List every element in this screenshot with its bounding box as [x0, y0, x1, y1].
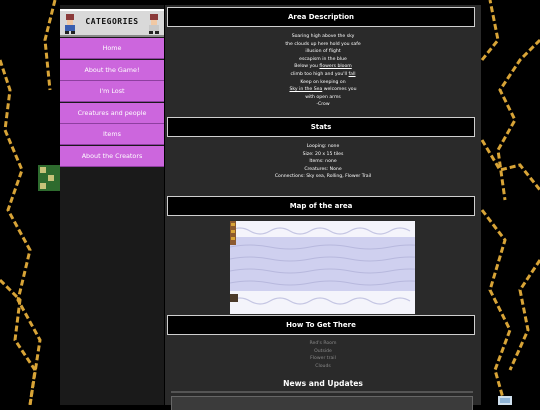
stat-connections: Connections: Sky sea, Rolling, Flower Tr…: [274, 174, 372, 180]
area-map-image: [230, 221, 415, 314]
nav-item-im-lost[interactable]: I'm Lost: [60, 81, 164, 103]
nav-item-creatures[interactable]: Creatures and people: [60, 102, 164, 124]
categories-title: CATEGORIES: [85, 17, 139, 26]
poem-line: Keep on keeping on: [300, 79, 346, 85]
poem-line: illusion of flight: [305, 49, 341, 55]
stats-text: Looping: none Size: 20 x 15 tiles Items:…: [165, 143, 481, 181]
corner-widget-icon[interactable]: [498, 396, 512, 405]
area-description-text: Soaring high above the sky the clouds up…: [165, 33, 481, 109]
route-step: Clouds: [315, 363, 331, 369]
poem-line: climb too high and you'll: [290, 71, 349, 77]
nav-item-home[interactable]: Home: [60, 38, 164, 59]
poem-line: escapism in the blue: [299, 56, 347, 62]
how-to-get-there-header: How To Get There: [167, 315, 475, 335]
categories-header: CATEGORIES: [60, 9, 164, 37]
character-sprite-icon: [65, 14, 75, 34]
news-box: [171, 396, 473, 410]
route-step: Flower trail: [310, 356, 336, 362]
news-divider: [171, 391, 473, 393]
flowers-bloom-link[interactable]: flowers bloom: [319, 64, 351, 69]
character-sprite-icon: [149, 14, 159, 34]
nav-item-items[interactable]: Items: [60, 124, 164, 146]
stats-header: Stats: [167, 117, 475, 137]
how-to-get-there-steps: Red's Room Outside Flower trail Clouds: [165, 340, 481, 370]
route-step: Red's Room: [309, 341, 337, 346]
poem-line: Below you: [294, 64, 320, 70]
poem-line: Soaring high above the sky: [291, 34, 355, 39]
sidebar: CATEGORIES Home About the Game! I'm Lost…: [60, 5, 164, 405]
nav-menu: Home About the Game! I'm Lost Creatures …: [60, 38, 164, 168]
stat-items: Items: none: [309, 159, 337, 165]
poem-line: the clouds up here hold you safe: [285, 41, 361, 47]
cloud-map-art: [230, 221, 415, 314]
stat-creatures: Creatures: None: [304, 166, 342, 172]
news-title: News and Updates: [283, 379, 363, 388]
stat-size: Size: 20 x 15 tiles: [302, 151, 344, 157]
sky-in-the-sea-link[interactable]: Sky in the Sea: [289, 87, 322, 92]
main-content: Area Description Soaring high above the …: [165, 5, 481, 410]
nav-item-about-creators[interactable]: About the Creators: [60, 145, 164, 167]
stat-looping: Looping: none: [306, 144, 340, 149]
poem-signature: -Crow: [316, 102, 330, 108]
fall-link[interactable]: fall: [349, 72, 356, 77]
area-description-header: Area Description: [167, 7, 475, 27]
poem-line: with open arms: [305, 94, 341, 100]
nav-item-about-game[interactable]: About the Game!: [60, 59, 164, 81]
route-step: Outside: [314, 348, 332, 354]
map-header: Map of the area: [167, 196, 475, 216]
poem-line: welcomes you: [322, 87, 357, 93]
